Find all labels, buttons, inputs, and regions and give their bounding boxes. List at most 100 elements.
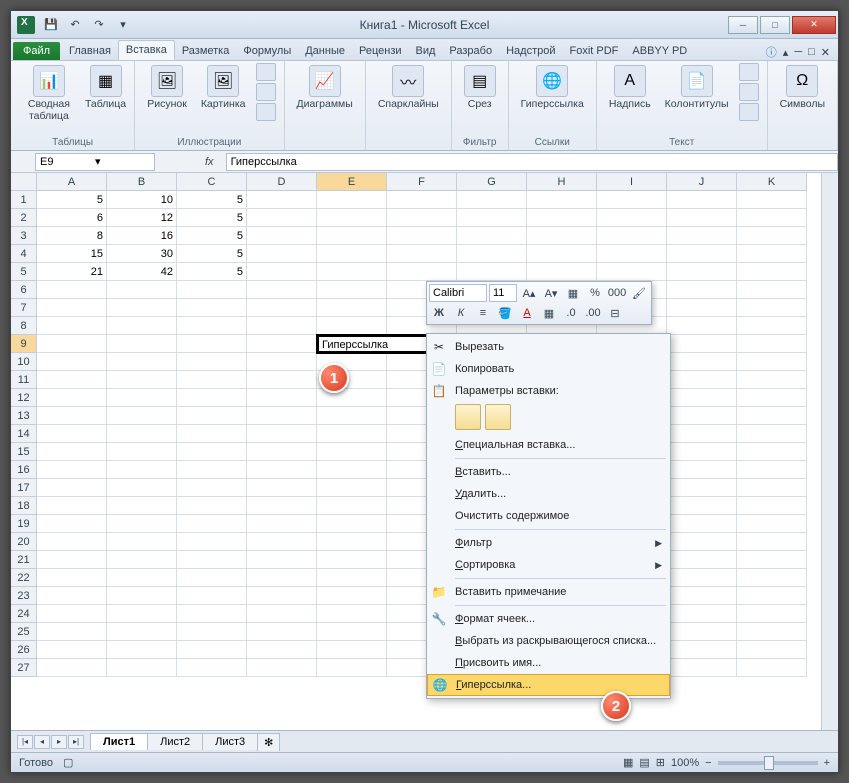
cell[interactable] xyxy=(177,533,247,551)
cell[interactable] xyxy=(667,245,737,263)
col-header-D[interactable]: D xyxy=(247,173,317,191)
doc-restore-icon[interactable]: □ xyxy=(808,46,815,58)
cell[interactable] xyxy=(177,605,247,623)
cell[interactable] xyxy=(107,623,177,641)
row-header-8[interactable]: 8 xyxy=(11,317,37,335)
comma-icon[interactable]: 000 xyxy=(607,284,627,302)
cell[interactable] xyxy=(107,443,177,461)
select-all-cell[interactable] xyxy=(11,173,37,191)
cell[interactable] xyxy=(107,569,177,587)
cell[interactable] xyxy=(177,317,247,335)
cell[interactable] xyxy=(737,353,807,371)
cell[interactable] xyxy=(597,209,667,227)
cell[interactable]: 5 xyxy=(177,263,247,281)
merge-icon[interactable]: ⊟ xyxy=(605,304,625,322)
cell[interactable] xyxy=(737,533,807,551)
cell[interactable] xyxy=(317,479,387,497)
cell[interactable] xyxy=(177,299,247,317)
cell[interactable] xyxy=(667,533,737,551)
cell[interactable] xyxy=(317,209,387,227)
cell[interactable]: 21 xyxy=(37,263,107,281)
cell[interactable] xyxy=(667,641,737,659)
cell[interactable] xyxy=(37,389,107,407)
cell[interactable] xyxy=(667,281,737,299)
cell[interactable] xyxy=(247,479,317,497)
tab-addins[interactable]: Надстрой xyxy=(499,42,562,60)
row-header-3[interactable]: 3 xyxy=(11,227,37,245)
cell[interactable] xyxy=(37,479,107,497)
cell[interactable] xyxy=(107,407,177,425)
cell[interactable] xyxy=(107,389,177,407)
cell[interactable] xyxy=(667,515,737,533)
cell[interactable]: 12 xyxy=(107,209,177,227)
cell[interactable] xyxy=(247,263,317,281)
context-menu-item[interactable]: Выбрать из раскрывающегося списка... xyxy=(427,630,670,652)
cell[interactable] xyxy=(667,443,737,461)
next-sheet-icon[interactable]: ▸ xyxy=(51,735,67,749)
cell[interactable] xyxy=(317,425,387,443)
paste-option-icon[interactable] xyxy=(455,404,481,430)
cell[interactable] xyxy=(667,317,737,335)
row-header-21[interactable]: 21 xyxy=(11,551,37,569)
cell[interactable] xyxy=(737,371,807,389)
row-header-11[interactable]: 11 xyxy=(11,371,37,389)
cell[interactable] xyxy=(317,461,387,479)
cell[interactable] xyxy=(247,605,317,623)
cell[interactable] xyxy=(317,263,387,281)
cell[interactable] xyxy=(247,497,317,515)
cell[interactable]: 5 xyxy=(177,209,247,227)
cell[interactable] xyxy=(387,245,457,263)
row-header-22[interactable]: 22 xyxy=(11,569,37,587)
cell[interactable] xyxy=(387,263,457,281)
fill-color-icon[interactable]: 🪣 xyxy=(495,304,515,322)
cell[interactable] xyxy=(667,587,737,605)
col-header-C[interactable]: C xyxy=(177,173,247,191)
name-box-dropdown-icon[interactable]: ▾ xyxy=(95,155,150,168)
cell[interactable] xyxy=(667,263,737,281)
cell[interactable] xyxy=(37,659,107,677)
vertical-scrollbar[interactable] xyxy=(821,173,838,730)
col-header-J[interactable]: J xyxy=(667,173,737,191)
cell[interactable] xyxy=(667,461,737,479)
maximize-button[interactable]: □ xyxy=(760,16,790,34)
row-header-23[interactable]: 23 xyxy=(11,587,37,605)
cell[interactable] xyxy=(597,263,667,281)
context-menu-item[interactable]: 🔧Формат ячеек... xyxy=(427,608,670,630)
cell[interactable] xyxy=(37,443,107,461)
cell[interactable] xyxy=(737,461,807,479)
view-layout-icon[interactable]: ▤ xyxy=(639,756,649,769)
cell[interactable] xyxy=(37,623,107,641)
first-sheet-icon[interactable]: |◂ xyxy=(17,735,33,749)
cell[interactable] xyxy=(737,587,807,605)
fx-icon[interactable]: fx xyxy=(205,156,214,168)
cell[interactable] xyxy=(737,659,807,677)
cell[interactable] xyxy=(737,605,807,623)
cell[interactable] xyxy=(667,227,737,245)
cell[interactable] xyxy=(247,551,317,569)
cell[interactable] xyxy=(737,335,807,353)
cell[interactable] xyxy=(527,227,597,245)
cell[interactable] xyxy=(597,245,667,263)
tab-file[interactable]: Файл xyxy=(13,42,60,60)
cell[interactable] xyxy=(457,209,527,227)
cell[interactable] xyxy=(107,281,177,299)
screenshot-icon[interactable] xyxy=(256,103,276,121)
sparklines-button[interactable]: 〰Спарклайны xyxy=(374,63,443,113)
tab-home[interactable]: Главная xyxy=(62,42,118,60)
cell[interactable] xyxy=(247,623,317,641)
view-normal-icon[interactable]: ▦ xyxy=(623,756,633,769)
italic-icon[interactable]: К xyxy=(451,304,471,322)
tab-data[interactable]: Данные xyxy=(298,42,352,60)
macro-record-icon[interactable]: ▢ xyxy=(63,756,73,769)
cell[interactable] xyxy=(737,551,807,569)
tab-foxit[interactable]: Foxit PDF xyxy=(563,42,626,60)
col-header-K[interactable]: K xyxy=(737,173,807,191)
cell[interactable] xyxy=(317,407,387,425)
tab-layout[interactable]: Разметка xyxy=(175,42,237,60)
cell[interactable] xyxy=(737,209,807,227)
cell[interactable] xyxy=(37,281,107,299)
cell[interactable] xyxy=(387,227,457,245)
context-menu-item[interactable]: Сортировка▶ xyxy=(427,554,670,576)
cell[interactable] xyxy=(247,245,317,263)
cell[interactable] xyxy=(317,551,387,569)
